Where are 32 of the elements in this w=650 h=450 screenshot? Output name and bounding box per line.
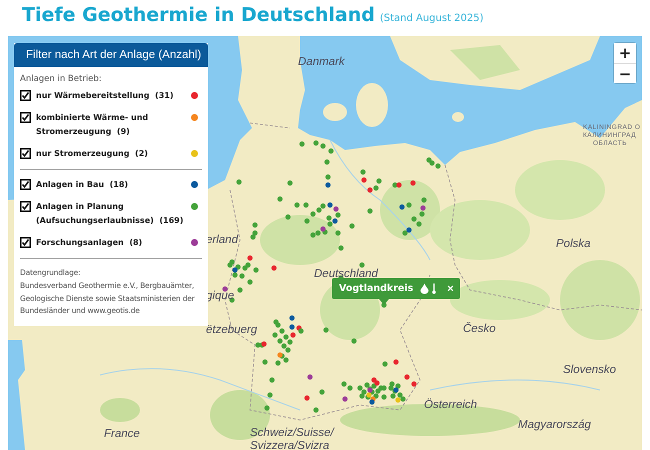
map-place-label: Svizzera/Svizra: [250, 440, 330, 450]
filter-panel-header[interactable]: Filter nach Art der Anlage (Anzahl): [14, 43, 208, 67]
checkbox[interactable]: [20, 112, 31, 123]
filter-label[interactable]: nur Stromerzeugung (2): [36, 147, 186, 161]
checkbox[interactable]: [20, 201, 31, 212]
map-place-label: Schweiz/Suisse/: [250, 427, 334, 439]
map-place-label: Magyarország: [518, 419, 591, 431]
map-place-label: France: [104, 428, 140, 440]
map-place-label: ëtzebuerg: [206, 324, 258, 336]
checkbox[interactable]: [20, 237, 31, 248]
checkbox[interactable]: [20, 179, 31, 190]
filter-label[interactable]: Anlagen in Bau (18): [36, 178, 186, 192]
page-subtitle: (Stand August 2025): [380, 13, 484, 24]
group-heading: Anlagen in Betrieb:: [20, 74, 103, 84]
checkbox[interactable]: [20, 90, 31, 101]
map-place-label: Česko: [463, 323, 496, 335]
popup-label: Vogtlandkreis: [339, 283, 414, 294]
drop-icon: [420, 283, 430, 294]
map-place-label: Österreich: [424, 399, 478, 411]
close-button[interactable]: ×: [439, 282, 454, 294]
map-place-label: Deutschland: [314, 268, 378, 280]
zoom-out-button[interactable]: −: [614, 63, 636, 83]
filter-label[interactable]: Anlagen in Planung (Aufsuchungserlaubnisse) (169): [36, 200, 186, 228]
thermometer-icon: [432, 283, 436, 294]
filter-label[interactable]: nur Wärmebereitstellung (31): [36, 89, 186, 103]
map-place-label: Polska: [556, 238, 591, 250]
checkbox[interactable]: [20, 148, 31, 159]
map-place-label: Slovensko: [563, 364, 616, 376]
filter-panel-title: Filter nach Art der Anlage (Anzahl): [26, 49, 202, 61]
filter-label[interactable]: Forschungsanlagen (8): [36, 236, 186, 250]
filter-label[interactable]: kombinierte Wärme- und Stromerzeugung (9): [36, 111, 186, 139]
page-title: Tiefe Geothermie in Deutschland: [22, 4, 375, 26]
